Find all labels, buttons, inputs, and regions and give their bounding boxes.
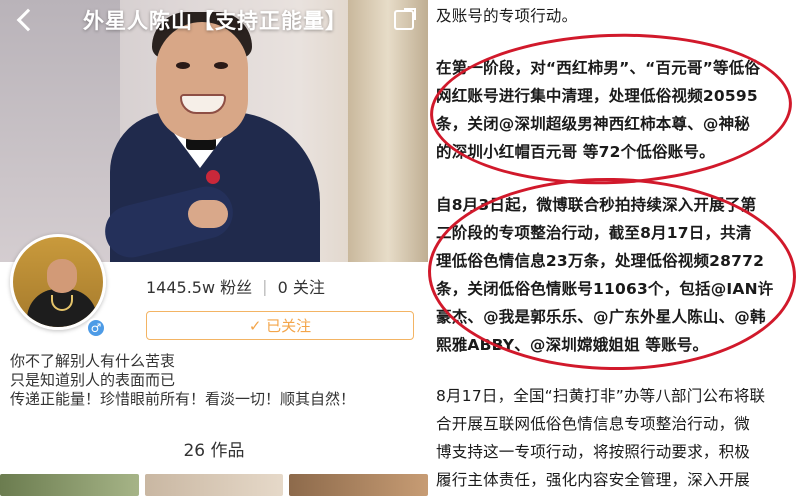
avatar[interactable] <box>10 234 106 330</box>
text-line: 理低俗色情信息23万条，处理低俗视频28772 <box>436 252 765 270</box>
works-thumbnails <box>0 474 428 496</box>
following-count[interactable]: 0 关注 <box>278 274 325 298</box>
followed-button[interactable]: ✓ 已关注 <box>146 311 414 340</box>
text-line: 自8月3日起，微博联合秒拍持续深入开展了第 <box>436 196 757 214</box>
text-line: 合开展互联网低俗色情信息专项整治行动，微 <box>436 415 751 433</box>
profile-stats: 1445.5w 粉丝 | 0 关注 <box>146 274 325 298</box>
works-count[interactable]: 26 作品 <box>0 436 428 461</box>
stats-divider: | <box>262 276 268 296</box>
text-line: 网红账号进行集中清理，处理低俗视频20595 <box>436 87 758 105</box>
page-title: 外星人陈山【支持正能量】 <box>83 9 347 33</box>
bio-line: 传递正能量！珍惜眼前所有！看淡一切！顺其自然！ <box>10 390 356 408</box>
highlight-oval <box>428 27 795 191</box>
text-line: 及账号的专项行动。 <box>436 7 578 25</box>
text-line: 熙雅ABBY、@深圳嫦娥姐姐 等账号。 <box>436 336 709 354</box>
back-icon[interactable] <box>16 8 40 32</box>
share-icon[interactable] <box>394 8 416 30</box>
bio-line: 你不了解别人有什么苦衷 <box>10 352 176 370</box>
text-line: 8月17日，全国“扫黄打非”办等八部门公布将联 <box>436 387 766 405</box>
text-line: 二阶段的专项整治行动，截至8月17日，共清 <box>436 224 752 242</box>
bio-line: 只是知道别人的表面而已 <box>10 371 176 389</box>
followers-count[interactable]: 1445.5w 粉丝 <box>146 274 252 298</box>
top-bar: 外星人陈山【支持正能量】 <box>0 0 428 40</box>
announcement-text: 及账号的专项行动。 在第一阶段，对“西红柿男”、“百元哥”等低俗 网红账号进行集… <box>428 0 800 496</box>
profile-screenshot: 外星人陈山【支持正能量】 ♂ 1445.5w 粉丝 | 0 关注 ✓ 已关注 你… <box>0 0 428 496</box>
text-line: 博支持这一专项行动，将按照行动要求，积极 <box>436 443 751 461</box>
video-thumbnail[interactable] <box>0 474 139 496</box>
text-line: 的深圳小红帽百元哥 等72个低俗账号。 <box>436 143 715 161</box>
text-line: 条，关闭低俗色情账号11063个，包括@IAN许 <box>436 280 774 298</box>
text-line: 在第一阶段，对“西红柿男”、“百元哥”等低俗 <box>436 59 761 77</box>
video-thumbnail[interactable] <box>144 474 284 496</box>
text-line: 履行主体责任，强化内容安全管理，深入开展 <box>436 471 751 489</box>
video-thumbnail[interactable] <box>289 474 428 496</box>
male-icon: ♂ <box>86 318 106 338</box>
profile-bio: 你不了解别人有什么苦衷 只是知道别人的表面而已 传递正能量！珍惜眼前所有！看淡一… <box>10 352 355 409</box>
text-line: 豪杰、@我是郭乐乐、@广东外星人陈山、@韩 <box>436 308 766 326</box>
text-line: 条，关闭@深圳超级男神西红柿本尊、@神秘 <box>436 115 751 133</box>
